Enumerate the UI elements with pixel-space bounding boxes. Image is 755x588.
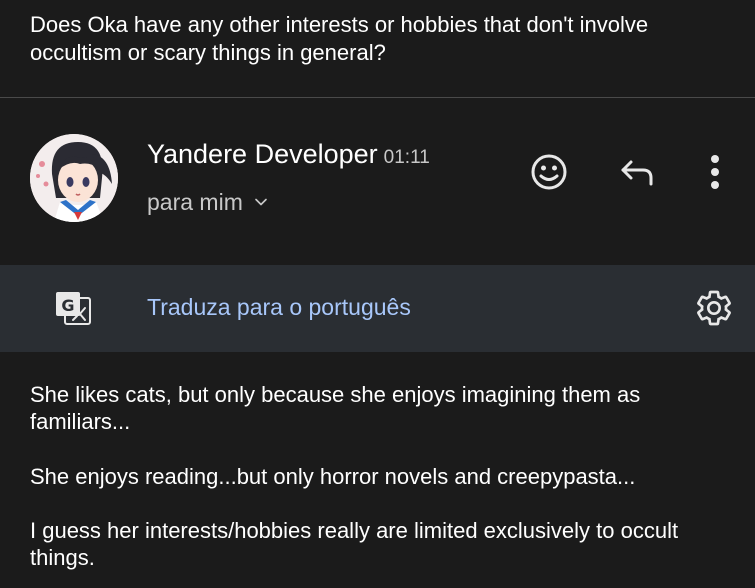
translate-link[interactable]: Traduza para o português (147, 290, 411, 324)
divider (0, 97, 755, 98)
emoji-reaction-icon (531, 154, 567, 190)
quoted-message: Does Oka have any other interests or hob… (30, 12, 649, 65)
sent-time: 01:11 (383, 147, 430, 168)
reply-button[interactable] (615, 152, 659, 192)
recipient-label: para mim (147, 189, 243, 215)
sender-name[interactable]: Yandere Developer (147, 139, 378, 169)
translate-settings-button[interactable] (692, 286, 736, 330)
more-options-button[interactable] (700, 150, 730, 194)
more-vert-icon (711, 155, 719, 189)
reply-icon (621, 160, 653, 186)
body-paragraph-3: I guess her interests/hobbies really are… (30, 518, 679, 570)
settings-gear-icon (697, 290, 731, 326)
body-paragraph-1: She likes cats, but only because she enj… (30, 382, 641, 434)
recipient-toggle[interactable]: para mim (147, 187, 271, 217)
sender-avatar[interactable] (30, 134, 118, 222)
emoji-reaction-button[interactable] (527, 150, 571, 194)
chevron-down-icon (255, 198, 267, 206)
body-paragraph-2: She enjoys reading...but only horror nov… (30, 464, 636, 489)
anime-girl-avatar-icon (30, 134, 118, 222)
translate-button[interactable]: G (50, 286, 96, 330)
svg-text:G: G (61, 296, 74, 315)
translate-icon: G (56, 292, 91, 325)
sender-line: Yandere Developer 01:11 (147, 137, 430, 175)
